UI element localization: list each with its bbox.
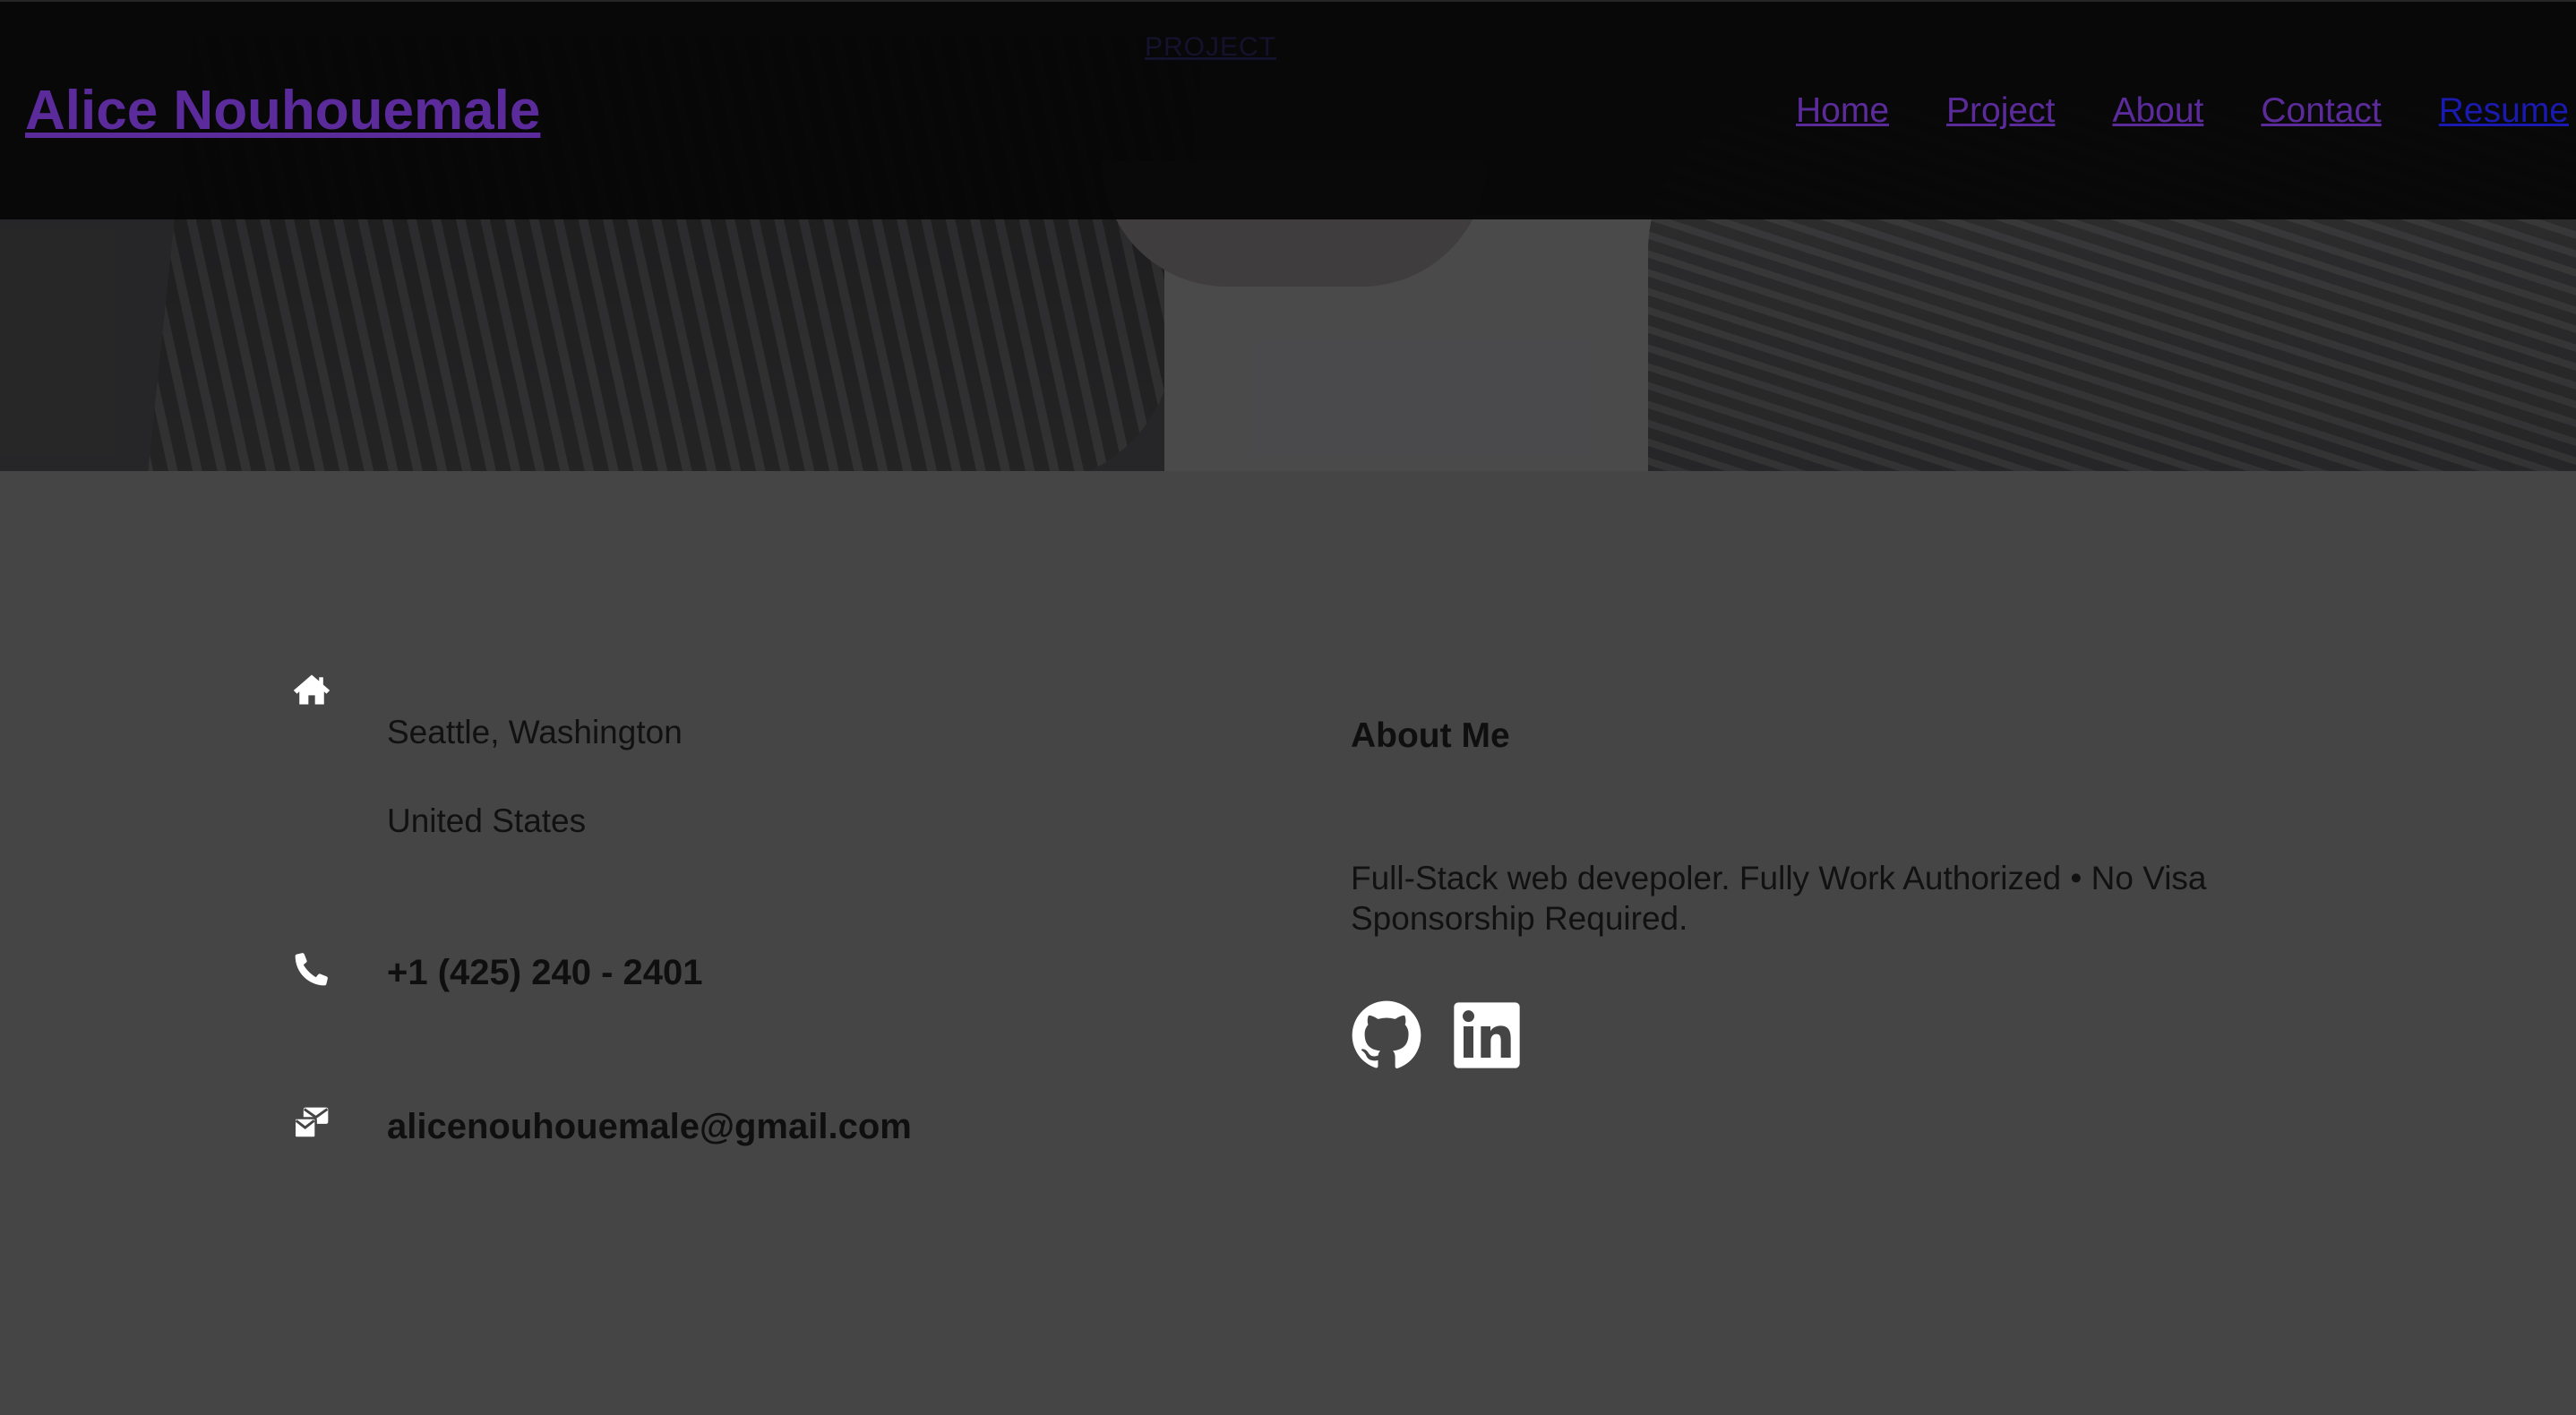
nav-project[interactable]: Project — [1946, 91, 2055, 131]
address-country: United States — [387, 802, 587, 839]
nav-home[interactable]: Home — [1796, 91, 1889, 131]
github-icon[interactable] — [1351, 999, 1422, 1071]
phone-number[interactable]: +1 (425) 240 - 2401 — [387, 953, 702, 993]
mail-icon — [293, 1107, 329, 1139]
address-city: Seattle, Washington — [387, 714, 683, 750]
linkedin-icon[interactable] — [1451, 999, 1523, 1071]
hidden-nav-link[interactable]: PROJECT — [1145, 32, 1276, 63]
nav-resume[interactable]: Resume — [2439, 91, 2569, 131]
nav-contact[interactable]: Contact — [2261, 91, 2381, 131]
about-title: About Me — [1351, 716, 1510, 755]
brand-link[interactable]: Alice Nouhouemale — [25, 79, 540, 142]
navbar: PROJECT Alice Nouhouemale Home Project A… — [0, 2, 2576, 219]
home-icon — [293, 674, 331, 705]
email-address[interactable]: alicenouhouemale@gmail.com — [387, 1107, 912, 1147]
phone-icon — [295, 953, 328, 986]
about-text: Full-Stack web devepoler. Fully Work Aut… — [1351, 860, 2207, 937]
nav-about[interactable]: About — [2112, 91, 2203, 131]
nav-menu: Home Project About Contact Resume — [1796, 91, 2569, 131]
